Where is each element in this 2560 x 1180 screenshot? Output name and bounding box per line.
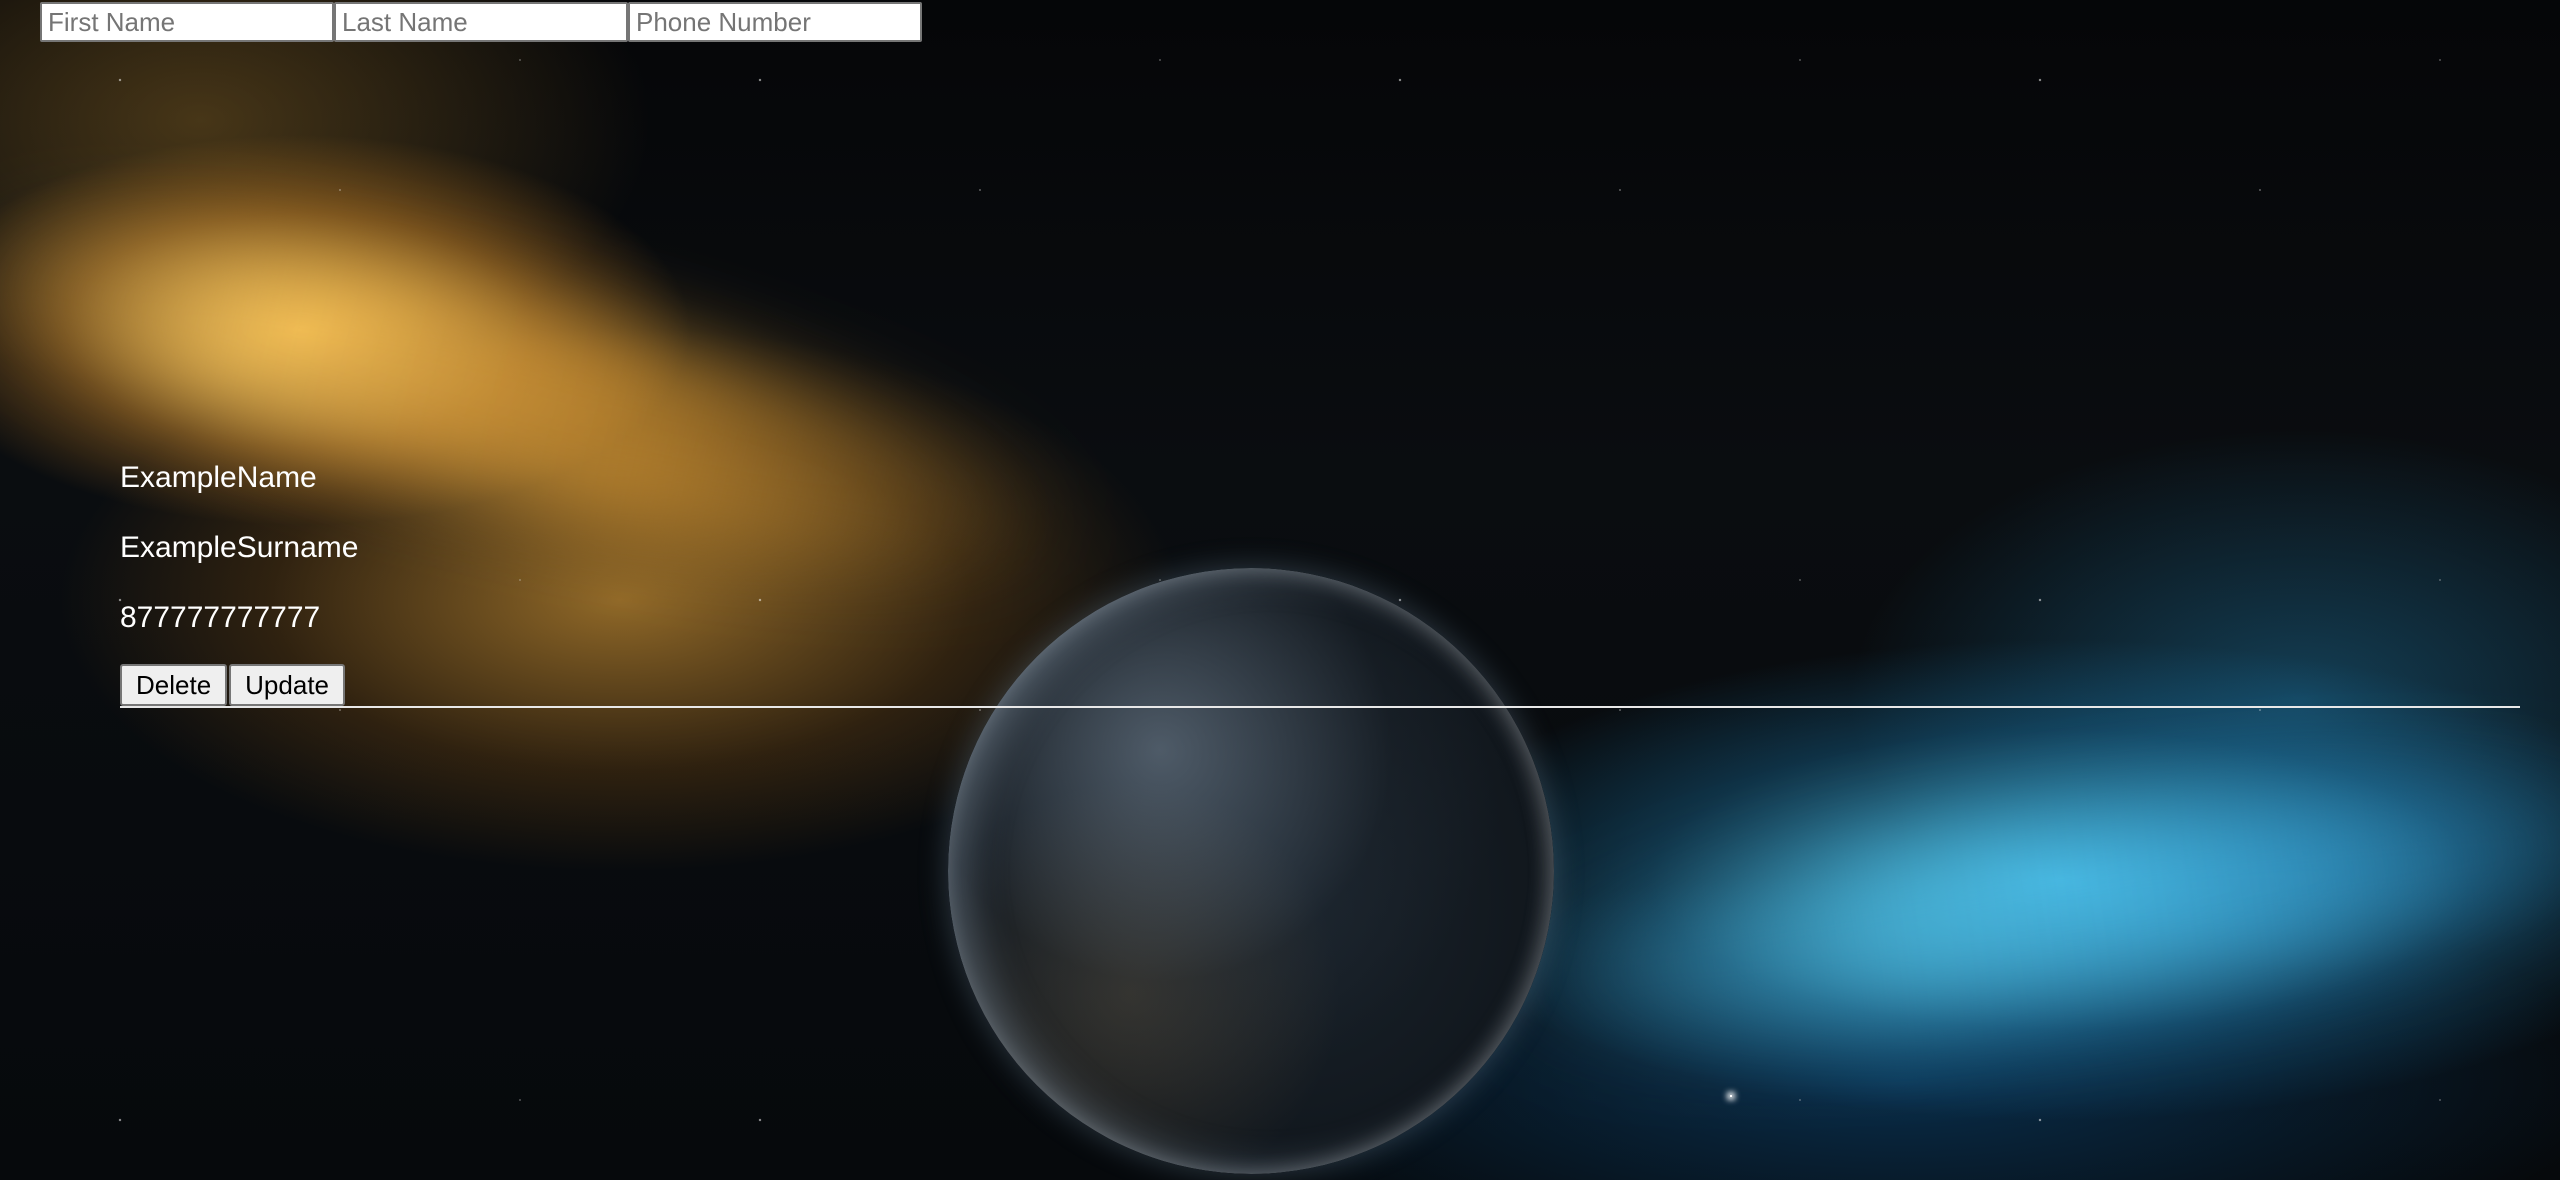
first-name-input[interactable] xyxy=(40,2,334,42)
contact-entry: ExampleName ExampleSurname 877777777777 … xyxy=(120,460,2520,708)
phone-number-input[interactable] xyxy=(628,2,922,42)
contact-first-name: ExampleName xyxy=(120,461,317,494)
contact-actions: Delete Update xyxy=(120,664,2520,706)
contact-phone: 877777777777 xyxy=(120,601,321,634)
add-contact-form xyxy=(40,2,922,42)
contact-divider xyxy=(120,706,2520,708)
star-sparkle xyxy=(1730,1095,1732,1097)
update-button[interactable]: Update xyxy=(229,664,345,706)
last-name-input[interactable] xyxy=(334,2,628,42)
contact-last-name: ExampleSurname xyxy=(120,531,359,564)
delete-button[interactable]: Delete xyxy=(120,664,228,706)
